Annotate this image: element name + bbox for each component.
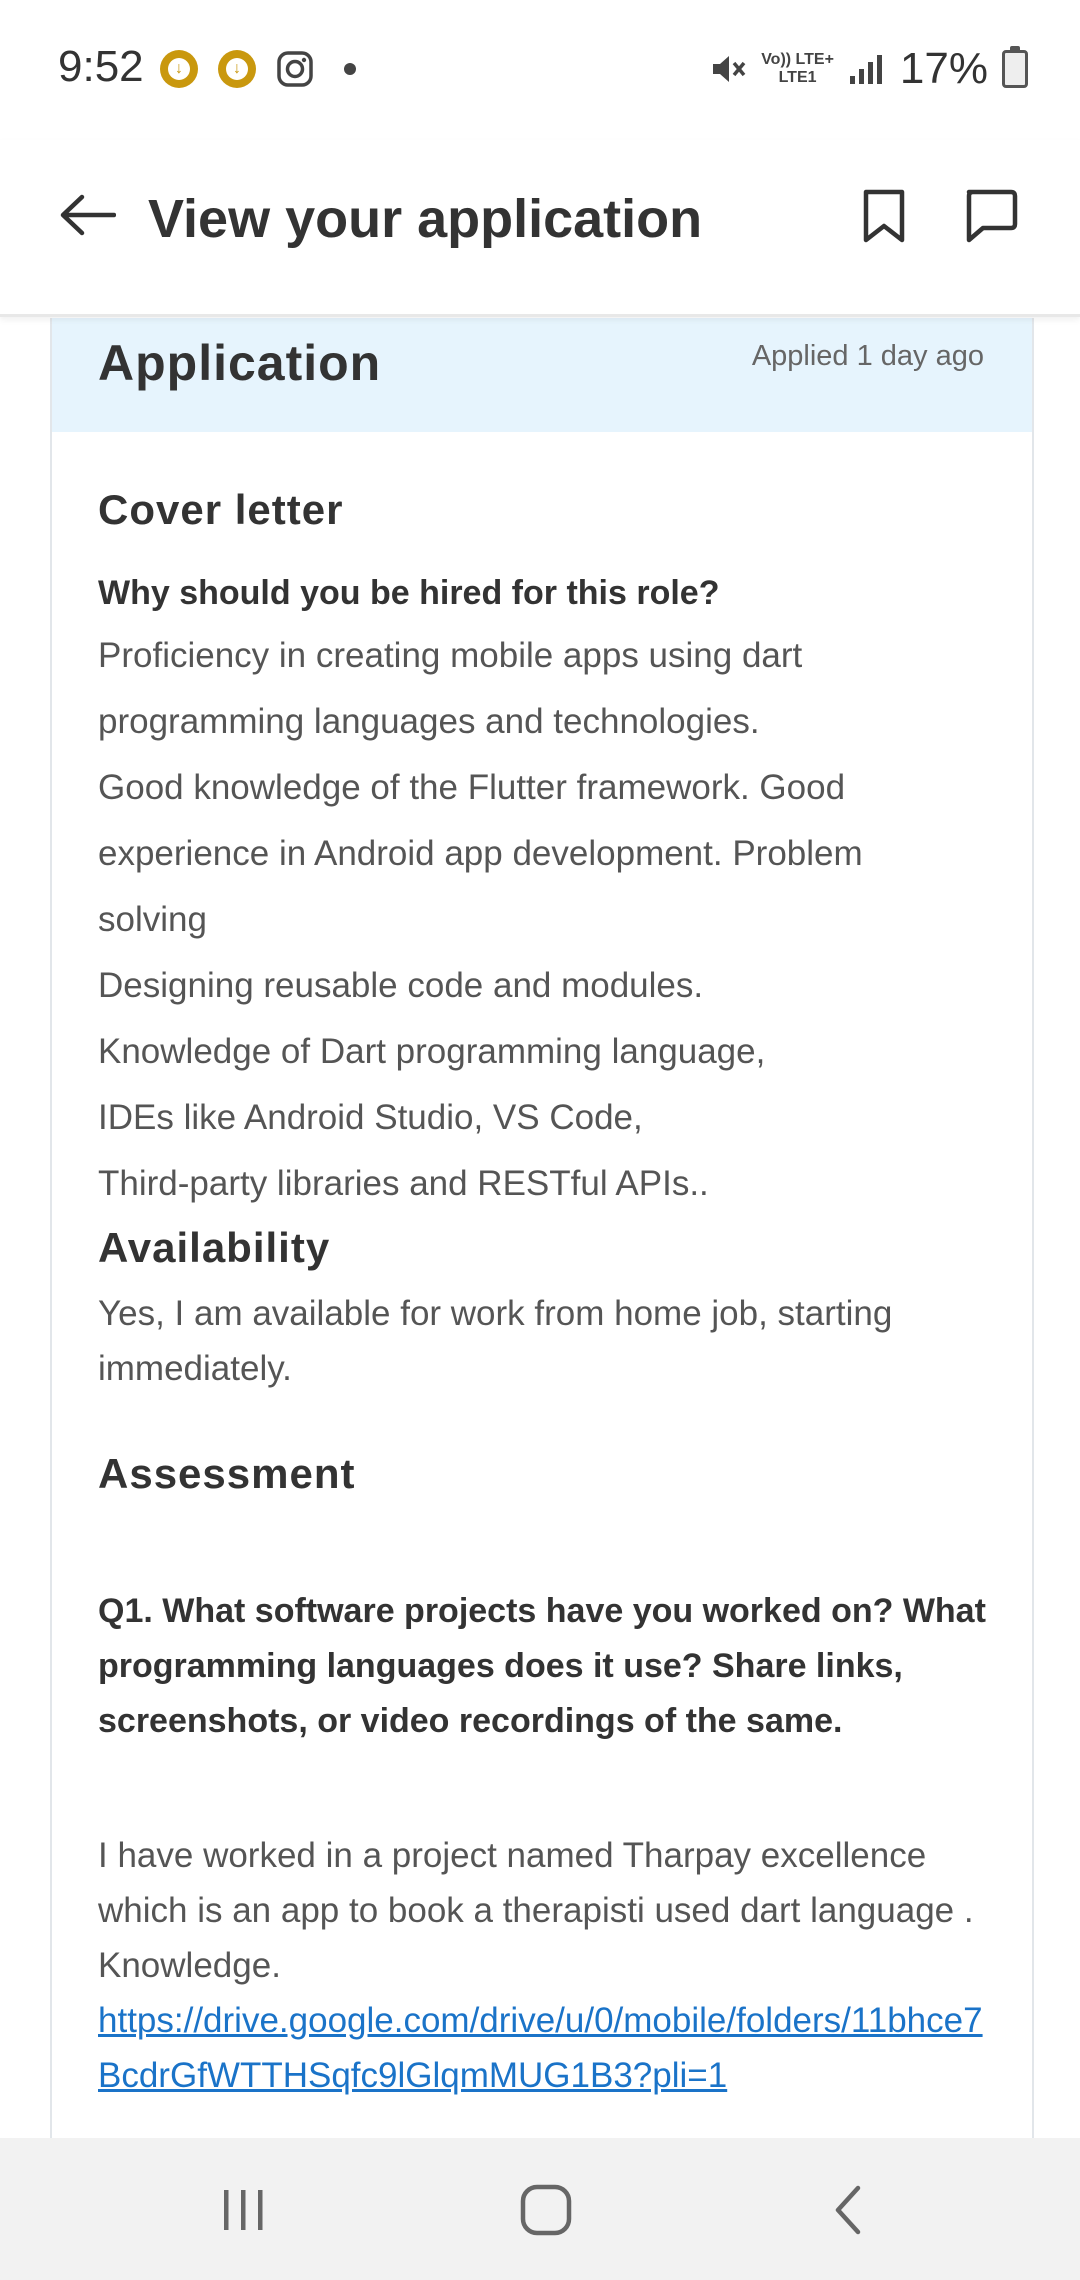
network-type: Vo)) LTE+ LTE1 [761, 51, 834, 87]
cover-letter-question: Why should you be hired for this role? [98, 574, 720, 612]
nav-back-icon [835, 2185, 861, 2235]
bookmark-button[interactable] [852, 176, 916, 256]
network-top-label: Vo)) LTE+ [761, 51, 834, 68]
assessment-question-1: Q1. What software projects have you work… [98, 1592, 986, 1740]
availability-text: Yes, I am available for work from home j… [98, 1294, 893, 1388]
home-button[interactable] [506, 2178, 586, 2242]
notification-icons: ↓ ↓ [160, 50, 356, 88]
answer-link[interactable]: https://drive.google.com/drive/u/0/mobil… [98, 2001, 983, 2095]
answer-line: Knowledge of Dart programming language, [98, 1032, 766, 1071]
instagram-icon [277, 51, 313, 87]
download-coin-icon: ↓ [218, 50, 256, 88]
back-button[interactable] [52, 180, 122, 250]
system-navigation-bar [0, 2138, 1080, 2280]
applied-time: Applied 1 day ago [751, 340, 984, 372]
recents-button[interactable] [204, 2178, 284, 2242]
answer-text: I have worked in a project named Tharpay… [98, 1836, 974, 1930]
answer-line: Good knowledge of the Flutter framework.… [98, 768, 846, 807]
bookmark-icon [863, 189, 905, 243]
chat-icon [966, 189, 1018, 243]
application-card: Application Applied 1 day ago Cover lett… [50, 318, 1034, 2138]
application-header-band: Application Applied 1 day ago [52, 318, 1032, 432]
answer-line: Proficiency in creating mobile apps usin… [98, 636, 803, 675]
chat-button[interactable] [952, 176, 1028, 256]
signal-icon [849, 55, 882, 84]
cover-letter-answer: Proficiency in creating mobile apps usin… [98, 623, 998, 1217]
mute-icon [713, 56, 746, 82]
app-header: View your application [0, 140, 1080, 317]
back-arrow-icon [60, 194, 116, 236]
answer-line: programming languages and technologies. [98, 702, 760, 741]
status-bar: 9:52 ↓ ↓ Vo)) LTE+ LTE1 17% [0, 0, 1080, 140]
more-notifications-dot [344, 63, 356, 75]
answer-line: solving [98, 900, 207, 939]
assessment-title: Assessment [98, 1450, 356, 1497]
answer-text: Knowledge. [98, 1946, 281, 1985]
cover-letter-title: Cover letter [98, 486, 344, 533]
answer-line: IDEs like Android Studio, VS Code, [98, 1098, 643, 1137]
battery-icon [1002, 46, 1028, 88]
download-coin-icon: ↓ [160, 50, 198, 88]
network-bottom-label: LTE1 [778, 69, 817, 86]
status-time: 9:52 [58, 42, 144, 91]
application-title: Application [98, 335, 382, 391]
answer-line: experience in Android app development. P… [98, 834, 863, 873]
availability-title: Availability [98, 1224, 331, 1271]
battery-percent: 17% [899, 44, 988, 93]
answer-line: Designing reusable code and modules. [98, 966, 704, 1005]
system-icons: Vo)) LTE+ LTE1 17% [707, 44, 1028, 94]
assessment-answer-1: I have worked in a project named Tharpay… [98, 1828, 998, 2103]
nav-back-button[interactable] [808, 2178, 888, 2242]
page-title: View your application [148, 189, 703, 249]
answer-line: Third-party libraries and RESTful APIs.. [98, 1164, 709, 1203]
home-icon [520, 2184, 572, 2236]
recents-icon [224, 2190, 263, 2230]
